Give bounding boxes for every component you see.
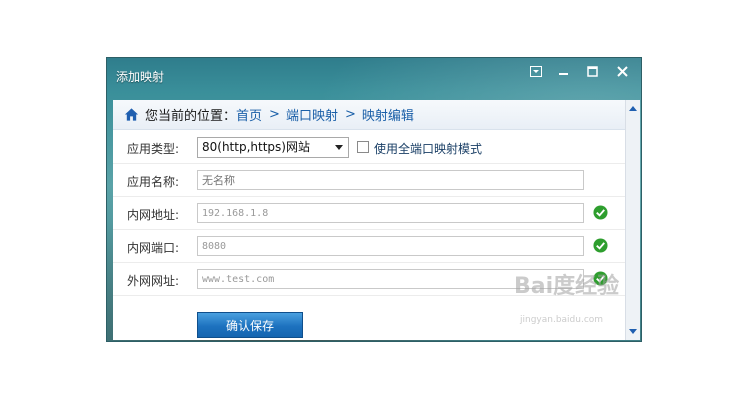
close-icon[interactable]: [609, 62, 635, 80]
breadcrumb-separator: >: [344, 107, 356, 122]
wan-address-label: 外网网址:: [127, 274, 180, 288]
app-name-input[interactable]: [197, 170, 584, 190]
scroll-down-icon[interactable]: [628, 326, 638, 336]
lan-port-label: 内网端口:: [127, 241, 180, 255]
scroll-up-icon[interactable]: [628, 104, 638, 114]
app-type-select[interactable]: 80(http,https)网站: [197, 137, 349, 158]
app-name-row: 应用名称:: [113, 164, 625, 197]
breadcrumb: 您当前的位置： 首页 > 端口映射 > 映射编辑: [113, 100, 625, 130]
lan-address-row: 内网地址:: [113, 197, 625, 230]
vertical-scrollbar[interactable]: [625, 100, 640, 340]
app-name-label: 应用名称:: [127, 175, 180, 189]
chevron-down-icon: [335, 145, 343, 150]
maximize-icon[interactable]: [579, 62, 605, 80]
full-port-mode-label[interactable]: 使用全端口映射模式: [374, 140, 482, 157]
breadcrumb-separator: >: [269, 107, 280, 122]
app-type-selected-value: 80(http,https)网站: [202, 140, 310, 154]
watermark-url: jingyan.baidu.com: [520, 315, 604, 325]
dropdown-menu-icon[interactable]: [523, 62, 549, 80]
valid-check-icon: [593, 238, 608, 253]
lan-port-row: 内网端口:: [113, 230, 625, 263]
title-bar[interactable]: 添加映射: [107, 58, 641, 94]
app-type-row: 应用类型: 80(http,https)网站 使用全端口映射模式: [113, 131, 625, 164]
watermark-brand: Bai度经验: [514, 274, 620, 299]
app-type-label: 应用类型:: [127, 142, 180, 156]
lan-address-label: 内网地址:: [127, 208, 180, 222]
full-port-mode-checkbox[interactable]: [357, 141, 369, 153]
valid-check-icon: [593, 205, 608, 220]
lan-address-input[interactable]: [197, 203, 584, 223]
lan-port-input[interactable]: [197, 236, 584, 256]
mapping-form-panel: 您当前的位置： 首页 > 端口映射 > 映射编辑 应用类型: 80(http,h…: [113, 100, 625, 340]
window-title: 添加映射: [116, 70, 165, 84]
breadcrumb-home[interactable]: 首页: [236, 105, 262, 124]
breadcrumb-port-mapping[interactable]: 端口映射: [286, 105, 338, 124]
breadcrumb-mapping-edit[interactable]: 映射编辑: [362, 105, 414, 124]
confirm-save-button[interactable]: 确认保存: [197, 312, 303, 338]
breadcrumb-prefix: 您当前的位置：: [145, 109, 237, 124]
home-icon[interactable]: [124, 107, 139, 122]
minimize-icon[interactable]: [550, 62, 576, 80]
